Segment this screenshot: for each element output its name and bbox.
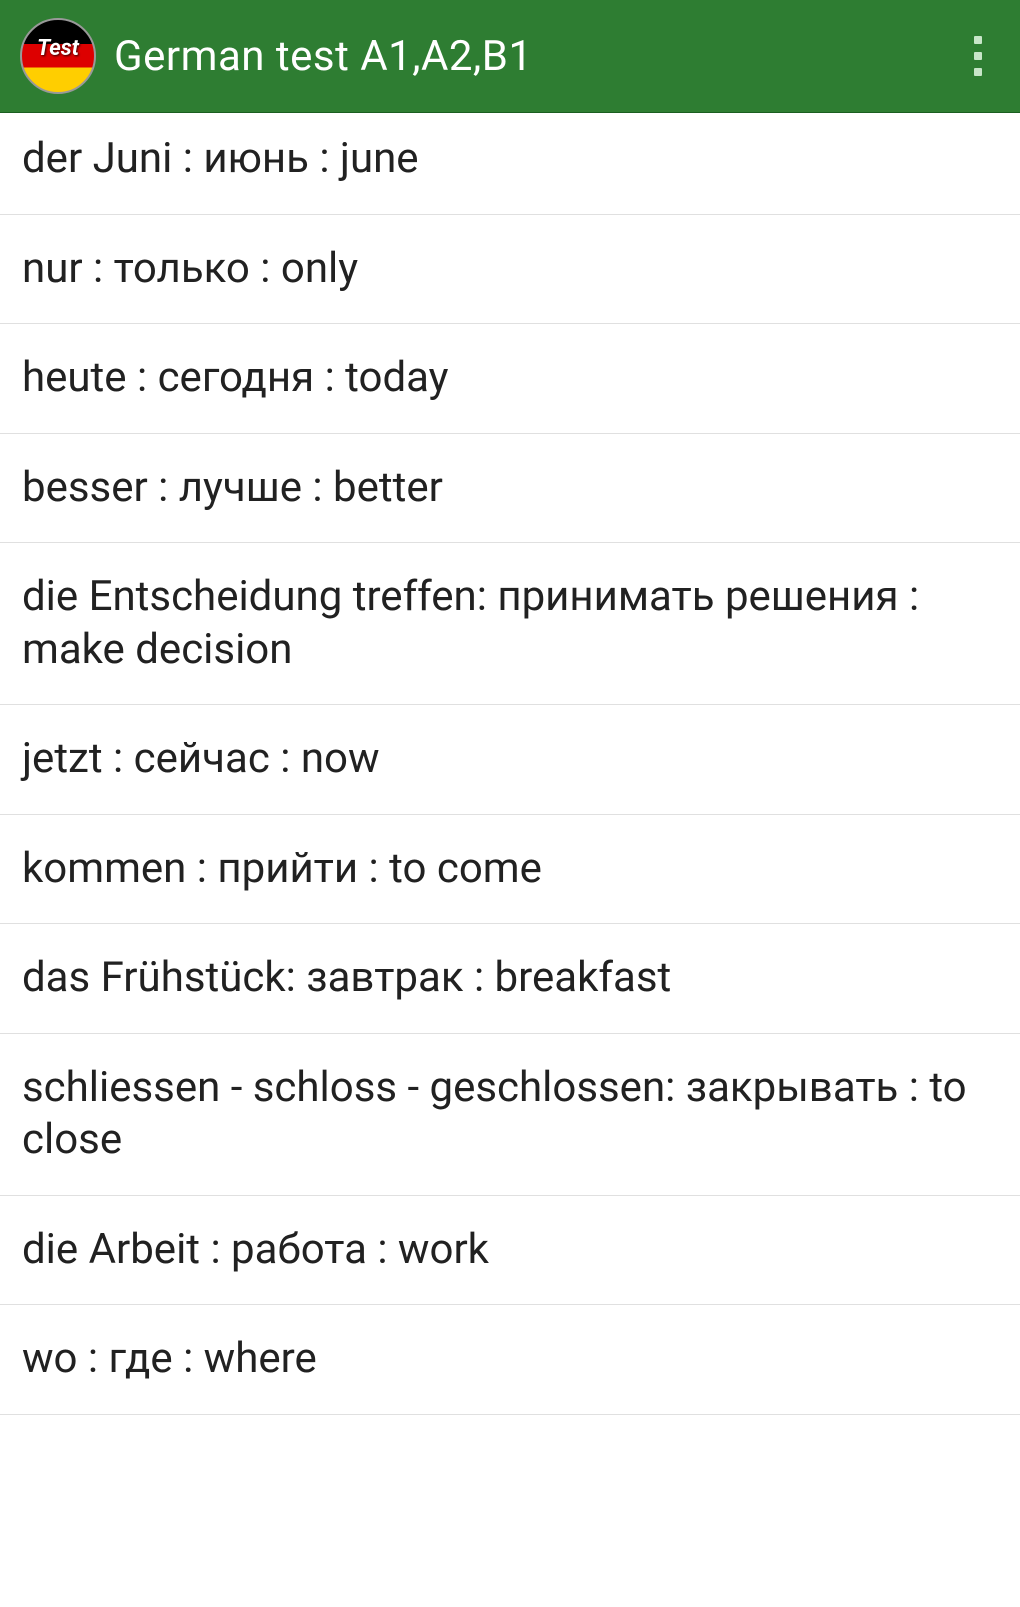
- list-item[interactable]: die Entscheidung treffen: принимать реше…: [0, 543, 1020, 705]
- vocabulary-list: der Juni : июнь : june nur : только : on…: [0, 113, 1020, 1415]
- list-item[interactable]: jetzt : сейчас : now: [0, 705, 1020, 815]
- list-item[interactable]: das Frühstück: завтрак : breakfast: [0, 924, 1020, 1034]
- menu-dot-icon: [974, 36, 982, 44]
- vocabulary-text: kommen : прийти : to come: [22, 844, 542, 893]
- list-item[interactable]: schliessen - schloss - geschlossen: закр…: [0, 1034, 1020, 1196]
- vocabulary-text: besser : лучше : better: [22, 463, 443, 512]
- vocabulary-text: jetzt : сейчас : now: [22, 734, 380, 783]
- vocabulary-text: nur : только : only: [22, 244, 358, 293]
- menu-dot-icon: [974, 52, 982, 60]
- vocabulary-text: heute : сегодня : today: [22, 353, 449, 402]
- list-item[interactable]: besser : лучше : better: [0, 434, 1020, 544]
- app-icon-label: Test: [37, 36, 79, 61]
- list-item[interactable]: nur : только : only: [0, 215, 1020, 325]
- overflow-menu-button[interactable]: [964, 26, 992, 86]
- vocabulary-text: wo : где : where: [22, 1334, 317, 1383]
- vocabulary-text: die Entscheidung treffen: принимать реше…: [22, 572, 919, 674]
- list-item[interactable]: wo : где : where: [0, 1305, 1020, 1415]
- menu-dot-icon: [974, 68, 982, 76]
- list-item[interactable]: kommen : прийти : to come: [0, 815, 1020, 925]
- vocabulary-text: das Frühstück: завтрак : breakfast: [22, 953, 671, 1002]
- list-item[interactable]: die Arbeit : работа : work: [0, 1196, 1020, 1306]
- app-title: German test A1,A2,B1: [114, 32, 533, 81]
- list-item[interactable]: der Juni : июнь : june: [0, 113, 1020, 215]
- vocabulary-text: die Arbeit : работа : work: [22, 1225, 489, 1274]
- list-item[interactable]: heute : сегодня : today: [0, 324, 1020, 434]
- vocabulary-text: schliessen - schloss - geschlossen: закр…: [22, 1063, 967, 1165]
- app-icon: Test: [20, 18, 96, 94]
- vocabulary-text: der Juni : июнь : june: [22, 134, 419, 183]
- app-bar: Test German test A1,A2,B1: [0, 0, 1020, 113]
